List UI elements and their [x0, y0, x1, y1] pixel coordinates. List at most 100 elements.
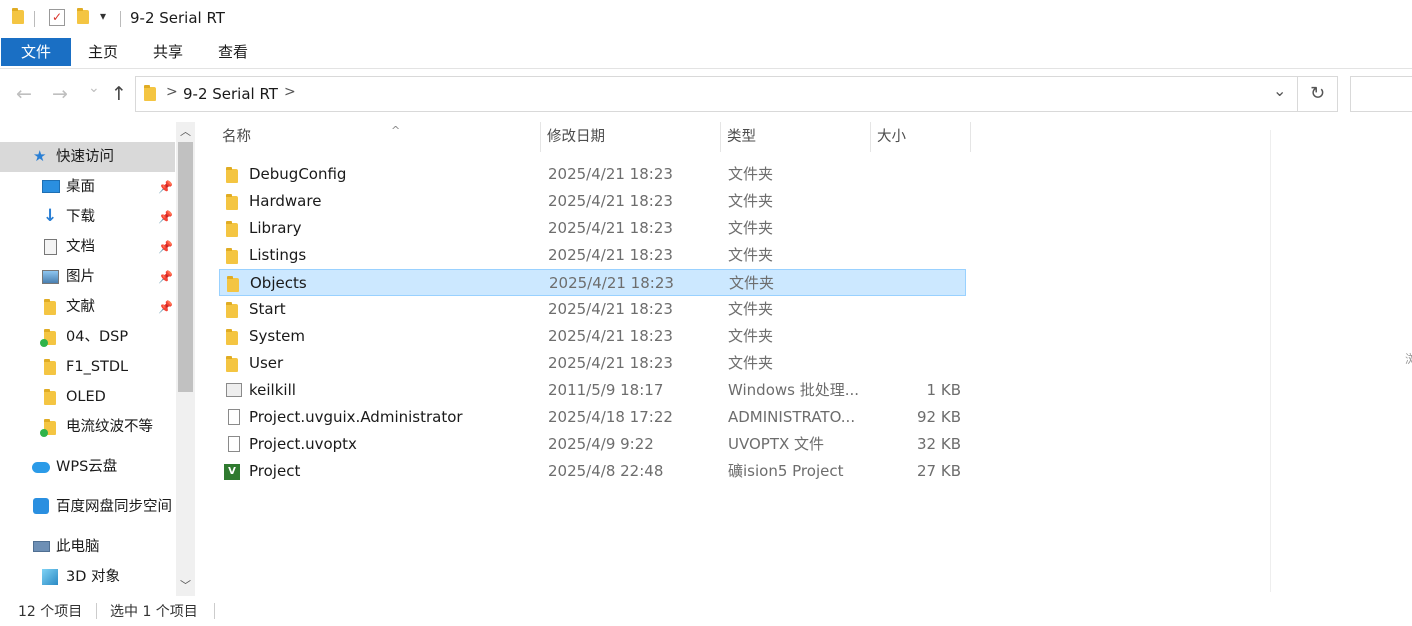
- sidebar-item-wps-cloud[interactable]: WPS云盘: [0, 452, 175, 482]
- computer-icon: [33, 541, 50, 552]
- forward-arrow-icon[interactable]: →: [52, 83, 68, 105]
- file-row[interactable]: System 2025/4/21 18:23 文件夹: [219, 323, 966, 350]
- divider: [34, 11, 35, 27]
- sidebar-item-desktop[interactable]: 桌面 📌: [0, 172, 175, 202]
- file-date: 2025/4/21 18:23: [548, 192, 673, 210]
- item-count: 12 个项目: [18, 604, 83, 620]
- up-arrow-icon[interactable]: ↑: [111, 83, 127, 105]
- file-row[interactable]: keilkill 2011/5/9 18:17 Windows 批处理... 1 KB: [219, 377, 966, 404]
- file-name: DebugConfig: [249, 165, 347, 183]
- folder-icon: [226, 329, 238, 345]
- file-name: Start: [249, 300, 286, 318]
- breadcrumb-current[interactable]: 9-2 Serial RT: [183, 85, 278, 103]
- file-type: 文件夹: [729, 274, 775, 292]
- file-row[interactable]: Project.uvguix.Administrator 2025/4/18 17…: [219, 404, 966, 431]
- tab-file[interactable]: 文件: [1, 38, 71, 66]
- file-name: Project.uvguix.Administrator: [249, 408, 463, 426]
- file-row[interactable]: Objects 2025/4/21 18:23 文件夹: [219, 269, 966, 296]
- file-row[interactable]: Start 2025/4/21 18:23 文件夹: [219, 296, 966, 323]
- pin-icon[interactable]: 📌: [158, 292, 173, 322]
- sidebar-item-wenxian[interactable]: 文献 📌: [0, 292, 175, 322]
- file-date: 2025/4/21 18:23: [548, 327, 673, 345]
- breadcrumb-chevron-icon[interactable]: >: [284, 84, 296, 100]
- search-input[interactable]: [1350, 76, 1412, 112]
- column-header-name[interactable]: 名称 ^: [216, 122, 541, 152]
- scroll-down-icon[interactable]: ﹀: [176, 576, 195, 596]
- sidebar-item-ripple[interactable]: 电流纹波不等: [0, 412, 175, 442]
- sidebar-item-documents[interactable]: 文档 📌: [0, 232, 175, 262]
- file-date: 2025/4/21 18:23: [548, 219, 673, 237]
- file-size: 32 KB: [917, 435, 961, 453]
- file-date: 2025/4/9 9:22: [548, 435, 654, 453]
- file-name: keilkill: [249, 381, 296, 399]
- folder-icon: [226, 302, 238, 318]
- sidebar-item-04-dsp[interactable]: 04、DSP: [0, 322, 175, 352]
- sidebar-item-downloads[interactable]: ↓ 下载 📌: [0, 202, 175, 232]
- divider: [1270, 130, 1271, 592]
- file-name: Project: [249, 462, 301, 480]
- address-dropdown-icon[interactable]: ⌄: [1273, 81, 1286, 100]
- new-folder-icon[interactable]: [77, 8, 89, 24]
- pin-icon[interactable]: 📌: [158, 232, 173, 262]
- column-header-date[interactable]: 修改日期: [541, 122, 721, 152]
- pin-icon[interactable]: 📌: [158, 202, 173, 232]
- batch-file-icon: [226, 383, 242, 397]
- column-headers: 名称 ^ 修改日期 类型 大小: [196, 122, 976, 156]
- baidu-icon: [33, 498, 49, 514]
- file-type: 文件夹: [728, 192, 774, 210]
- cloud-icon: [32, 462, 50, 473]
- file-row[interactable]: Hardware 2025/4/21 18:23 文件夹: [219, 188, 966, 215]
- sidebar-item-baidu-sync[interactable]: 百度网盘同步空间: [0, 492, 175, 522]
- tab-share[interactable]: 共享: [145, 38, 191, 66]
- tab-view[interactable]: 查看: [210, 38, 256, 66]
- qat-dropdown-icon[interactable]: ▾: [100, 9, 106, 23]
- file-name: Listings: [249, 246, 307, 264]
- back-arrow-icon[interactable]: ←: [16, 83, 32, 105]
- sidebar-item-quick-access[interactable]: ★ 快速访问: [0, 142, 175, 172]
- file-row[interactable]: Listings 2025/4/21 18:23 文件夹: [219, 242, 966, 269]
- file-type: 文件夹: [728, 327, 774, 345]
- sidebar-item-oled[interactable]: OLED: [0, 382, 175, 412]
- address-bar[interactable]: > 9-2 Serial RT > ⌄: [135, 76, 1298, 112]
- sidebar-item-3d-objects[interactable]: 3D 对象: [0, 562, 175, 592]
- refresh-icon[interactable]: ↻: [1298, 76, 1338, 112]
- folder-icon: [226, 356, 238, 372]
- folder-icon: [144, 85, 156, 101]
- file-size: 1 KB: [926, 381, 961, 399]
- tab-home[interactable]: 主页: [80, 38, 126, 66]
- sort-ascending-icon: ^: [391, 124, 401, 137]
- file-row[interactable]: Library 2025/4/21 18:23 文件夹: [219, 215, 966, 242]
- pin-icon[interactable]: 📌: [158, 262, 173, 292]
- folder-icon: [12, 8, 24, 24]
- window-title: 9-2 Serial RT: [130, 9, 225, 27]
- recent-locations-icon[interactable]: ⌄: [88, 80, 100, 96]
- folder-icon: [44, 389, 56, 405]
- column-header-size[interactable]: 大小: [871, 122, 971, 152]
- properties-check-icon[interactable]: ✓: [49, 9, 65, 26]
- file-row[interactable]: User 2025/4/21 18:23 文件夹: [219, 350, 966, 377]
- file-type: 文件夹: [728, 300, 774, 318]
- pin-icon[interactable]: 📌: [158, 172, 173, 202]
- breadcrumb-chevron-icon[interactable]: >: [166, 84, 178, 100]
- scroll-up-icon[interactable]: ︿: [176, 122, 195, 142]
- file-row[interactable]: Project.uvoptx 2025/4/9 9:22 UVOPTX 文件 32 K…: [219, 431, 966, 458]
- file-size: 27 KB: [917, 462, 961, 480]
- sync-check-icon: [40, 429, 48, 437]
- file-row[interactable]: DebugConfig 2025/4/21 18:23 文件夹: [219, 161, 966, 188]
- divider: [120, 11, 121, 27]
- star-icon: ★: [33, 147, 47, 165]
- sidebar-item-f1-stdl[interactable]: F1_STDL: [0, 352, 175, 382]
- column-header-type[interactable]: 类型: [721, 122, 871, 152]
- file-date: 2025/4/21 18:23: [549, 274, 674, 292]
- sidebar-scrollbar[interactable]: ︿ ﹀: [176, 122, 195, 596]
- ribbon-tabs: 文件 主页 共享 查看: [0, 38, 1412, 69]
- file-date: 2025/4/21 18:23: [548, 354, 673, 372]
- navigation-pane: ★ 快速访问 桌面 📌 ↓ 下载 📌 文档 📌 图片 📌 文献 📌 04、DSP…: [0, 122, 196, 596]
- file-size: 92 KB: [917, 408, 961, 426]
- folder-icon: [44, 299, 56, 315]
- file-row[interactable]: V Project 2025/4/8 22:48 礦ision5 Project 27 …: [219, 458, 966, 485]
- file-date: 2011/5/9 18:17: [548, 381, 664, 399]
- sidebar-item-pictures[interactable]: 图片 📌: [0, 262, 175, 292]
- sidebar-item-this-pc[interactable]: 此电脑: [0, 532, 175, 562]
- scroll-thumb[interactable]: [178, 142, 193, 392]
